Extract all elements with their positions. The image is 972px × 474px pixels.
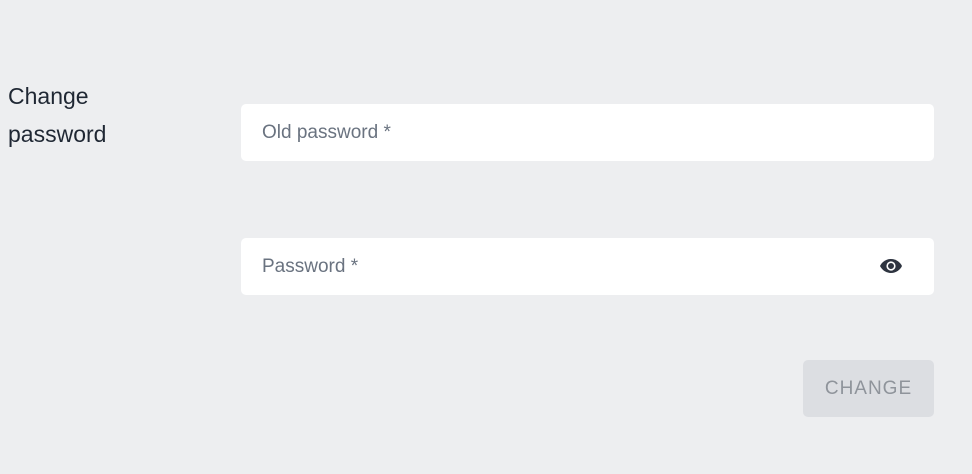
eye-icon-graphic: [880, 259, 902, 273]
old-password-field: [241, 104, 934, 161]
section-title-line2: password: [8, 121, 107, 147]
eye-icon[interactable]: [879, 256, 903, 276]
section-title-line1: Change: [8, 83, 89, 109]
change-button[interactable]: CHANGE: [803, 360, 934, 417]
new-password-input[interactable]: [241, 238, 934, 295]
change-password-page: Change password CHANGE: [0, 0, 972, 474]
old-password-input[interactable]: [241, 104, 934, 161]
section-title: Change password: [8, 77, 208, 153]
new-password-field: [241, 238, 934, 295]
